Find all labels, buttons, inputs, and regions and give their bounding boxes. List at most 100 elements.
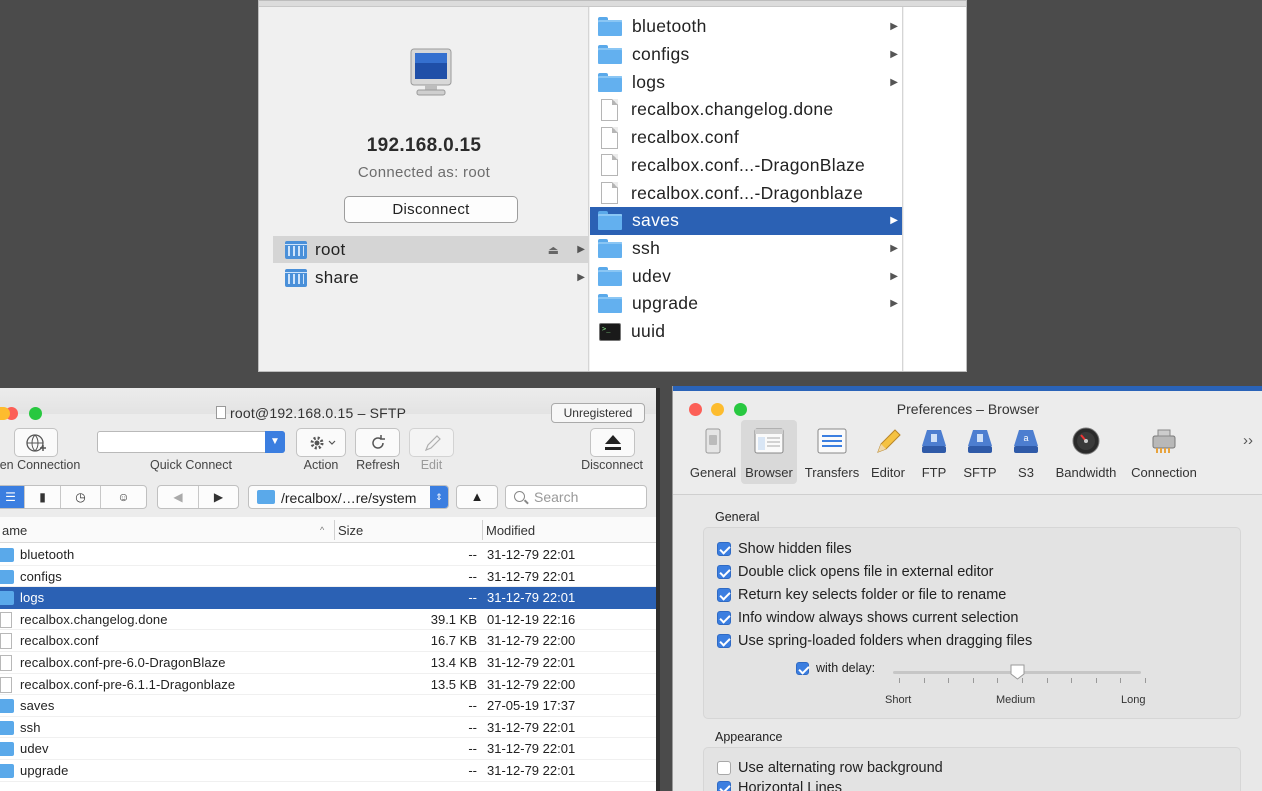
delay-checkbox-row[interactable]: with delay: bbox=[796, 661, 875, 675]
finder-item[interactable]: logs ▶ bbox=[590, 68, 902, 96]
quick-connect-input[interactable]: ▼ bbox=[97, 431, 285, 453]
table-row[interactable]: recalbox.conf-pre-6.1.1-Dragonblaze 13.5 … bbox=[0, 674, 656, 696]
open-connection-button[interactable] bbox=[14, 428, 58, 457]
tab-label: Connection bbox=[1131, 465, 1197, 480]
table-row[interactable]: recalbox.conf 16.7 KB 31-12-79 22:00 bbox=[0, 630, 656, 652]
refresh-label: Refresh bbox=[356, 458, 400, 472]
column-header-modified[interactable]: Modified bbox=[486, 523, 535, 538]
refresh-icon bbox=[372, 435, 385, 449]
stepper-icon[interactable]: ⇕ bbox=[430, 486, 448, 508]
history-clock-icon[interactable]: ◷ bbox=[61, 486, 101, 508]
ethernet-plug-icon bbox=[1152, 429, 1176, 453]
option-checkbox-row[interactable]: Show hidden files bbox=[717, 540, 852, 558]
column-divider[interactable] bbox=[334, 520, 335, 540]
column-divider[interactable] bbox=[482, 520, 483, 540]
forward-arrow-icon[interactable]: ▶ bbox=[199, 486, 238, 508]
path-bar: ☰ ▮ ◷ ☺ ◀ ▶ /recalbox/…re/system ⇕ ▲ Sea… bbox=[0, 485, 656, 511]
file-name-cell: saves bbox=[20, 698, 55, 714]
edit-button[interactable] bbox=[409, 428, 454, 457]
checkbox[interactable] bbox=[717, 761, 731, 775]
option-checkbox-row[interactable]: Horizontal Lines bbox=[717, 779, 842, 791]
unregistered-badge[interactable]: Unregistered bbox=[551, 403, 645, 423]
list-view-icon[interactable]: ☰ bbox=[0, 486, 25, 508]
option-checkbox-row[interactable]: Use spring-loaded folders when dragging … bbox=[717, 632, 1032, 650]
file-name-cell: recalbox.changelog.done bbox=[20, 611, 168, 627]
share-item-share[interactable]: share ▶ bbox=[273, 264, 589, 291]
table-row[interactable]: configs -- 31-12-79 22:01 bbox=[0, 566, 656, 588]
folder-icon bbox=[0, 699, 14, 714]
delay-label: with delay: bbox=[816, 661, 876, 675]
shared-folder-icon bbox=[285, 240, 307, 259]
table-row[interactable]: recalbox.changelog.done 39.1 KB 01-12-19 2… bbox=[0, 609, 656, 631]
checkbox[interactable] bbox=[717, 588, 731, 602]
tab-bandwidth[interactable]: Bandwidth bbox=[1056, 420, 1116, 484]
sidebar-view-segment: ☰ ▮ ◷ ☺ bbox=[0, 485, 147, 509]
sftp-drive-icon bbox=[968, 430, 992, 453]
finder-item[interactable]: recalbox.changelog.done bbox=[590, 96, 902, 124]
table-row[interactable]: upgrade -- 31-12-79 22:01 bbox=[0, 760, 656, 782]
finder-item[interactable]: ssh ▶ bbox=[590, 235, 902, 263]
action-button[interactable] bbox=[296, 428, 346, 457]
bookmark-icon[interactable]: ▮ bbox=[25, 486, 61, 508]
tab-s3[interactable]: a S3 bbox=[998, 420, 1054, 484]
option-checkbox-row[interactable]: Info window always shows current selecti… bbox=[717, 609, 1018, 627]
share-item-root[interactable]: root ⏏ ▶ bbox=[273, 236, 589, 263]
table-row[interactable]: logs -- 31-12-79 22:01 bbox=[0, 587, 656, 609]
path-text: /recalbox/…re/system bbox=[281, 490, 417, 506]
finder-item[interactable]: bluetooth ▶ bbox=[590, 13, 902, 41]
checkbox[interactable] bbox=[717, 634, 731, 648]
table-row[interactable]: saves -- 27-05-19 17:37 bbox=[0, 695, 656, 717]
finder-item[interactable]: configs ▶ bbox=[590, 41, 902, 69]
table-row[interactable]: ssh -- 31-12-79 22:01 bbox=[0, 717, 656, 739]
path-popup[interactable]: /recalbox/…re/system ⇕ bbox=[248, 485, 449, 509]
server-info-pane: 192.168.0.15 Connected as: root Disconne… bbox=[259, 7, 589, 371]
finder-item[interactable]: recalbox.conf...-Dragonblaze bbox=[590, 179, 902, 207]
tab-connection[interactable]: Connection bbox=[1131, 420, 1197, 484]
slider-tick bbox=[1071, 678, 1073, 683]
bonjour-icon[interactable]: ☺ bbox=[101, 486, 146, 508]
history-nav-segment: ◀ ▶ bbox=[157, 485, 239, 509]
eject-icon[interactable]: ⏏ bbox=[548, 243, 559, 257]
option-checkbox-row[interactable]: Double click opens file in external edit… bbox=[717, 563, 994, 581]
file-modified-cell: 01-12-19 22:16 bbox=[487, 611, 576, 627]
finder-item[interactable]: upgrade ▶ bbox=[590, 290, 902, 318]
finder-item[interactable]: recalbox.conf...-DragonBlaze bbox=[590, 152, 902, 180]
refresh-button[interactable] bbox=[355, 428, 400, 457]
zoom-button[interactable] bbox=[29, 407, 42, 420]
table-row[interactable]: recalbox.conf-pre-6.0-DragonBlaze 13.4 KB… bbox=[0, 652, 656, 674]
delay-checkbox[interactable] bbox=[796, 661, 809, 675]
chevron-down-icon[interactable]: ▼ bbox=[265, 431, 285, 453]
column-header-size[interactable]: Size bbox=[338, 523, 363, 538]
file-name-cell: configs bbox=[20, 568, 62, 584]
document-icon bbox=[216, 406, 226, 419]
search-input[interactable]: Search bbox=[505, 485, 647, 509]
folder-icon bbox=[598, 45, 622, 65]
transmit-disconnect-button[interactable] bbox=[590, 428, 635, 457]
table-row[interactable]: bluetooth -- 31-12-79 22:01 bbox=[0, 544, 656, 566]
chevron-right-icon: ▶ bbox=[577, 272, 585, 283]
slider-tick bbox=[1022, 678, 1023, 683]
finder-item[interactable]: recalbox.conf bbox=[590, 124, 902, 152]
finder-disconnect-button[interactable]: Disconnect bbox=[344, 196, 518, 223]
back-arrow-icon[interactable]: ◀ bbox=[158, 486, 199, 508]
file-size-cell: -- bbox=[468, 698, 477, 714]
checkbox[interactable] bbox=[717, 542, 731, 556]
checkbox[interactable] bbox=[717, 781, 731, 791]
column-header-name[interactable]: ame bbox=[2, 523, 27, 538]
checkbox[interactable] bbox=[717, 565, 731, 579]
slider-tick bbox=[899, 678, 900, 683]
finder-item[interactable]: saves ▶ bbox=[590, 206, 902, 235]
folder-icon bbox=[0, 742, 14, 757]
parent-folder-button[interactable]: ▲ bbox=[456, 485, 498, 509]
finder-item[interactable]: udev ▶ bbox=[590, 262, 902, 290]
table-row[interactable]: udev -- 31-12-79 22:01 bbox=[0, 738, 656, 760]
toolbar-overflow-icon[interactable]: ›› bbox=[1243, 432, 1253, 449]
option-checkbox-row[interactable]: Use alternating row background bbox=[717, 759, 943, 777]
browser-window-icon bbox=[754, 428, 784, 454]
file-name-cell: recalbox.conf bbox=[20, 633, 99, 649]
checkbox[interactable] bbox=[717, 611, 731, 625]
option-checkbox-row[interactable]: Return key selects folder or file to ren… bbox=[717, 586, 1006, 604]
tab-browser[interactable]: Browser bbox=[741, 420, 797, 484]
finder-item[interactable]: uuid bbox=[590, 318, 902, 346]
file-list: ame ^ Size Modified bluetooth -- 31-12-79 … bbox=[0, 517, 656, 791]
